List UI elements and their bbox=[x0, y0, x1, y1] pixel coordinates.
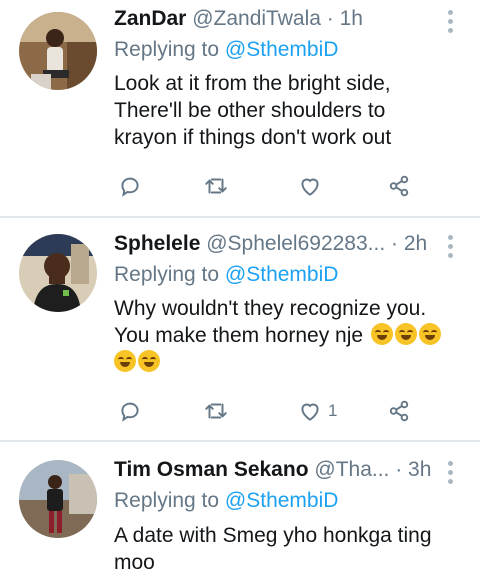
tweet-1[interactable]: ZanDar @ZandiTwala · 1h Replying to @Sth… bbox=[0, 0, 480, 216]
author-name[interactable]: Sphelele bbox=[114, 232, 200, 255]
retweet-icon bbox=[205, 403, 227, 419]
tweet-text-line: You make them horney nje bbox=[114, 324, 364, 347]
more-icon[interactable] bbox=[448, 461, 454, 488]
avatar[interactable] bbox=[19, 12, 97, 90]
author-name[interactable]: Tim Osman Sekano bbox=[114, 458, 309, 481]
tweet-text: Look at it from the bright side, There'l… bbox=[114, 70, 466, 151]
replying-to-label: Replying to bbox=[114, 489, 225, 512]
rolling-laughing-emoji-icon bbox=[418, 323, 441, 345]
tweet-header: Tim Osman Sekano @Tha... · 3h bbox=[114, 457, 440, 483]
like-button[interactable]: 1 bbox=[297, 396, 337, 426]
tweet-text-line: Look at it from the bright side, bbox=[114, 72, 391, 95]
reply-button[interactable] bbox=[117, 171, 143, 201]
rolling-laughing-emoji-icon bbox=[394, 323, 417, 345]
reply-icon bbox=[121, 402, 139, 422]
tweet-2[interactable]: Sphelele @Sphelel692283... · 2h Replying… bbox=[0, 218, 480, 440]
replying-to-label: Replying to bbox=[114, 263, 225, 286]
more-icon[interactable] bbox=[448, 235, 454, 262]
share-icon bbox=[389, 400, 409, 422]
tweet-text: A date with Smeg yho honkga ting moo bbox=[114, 522, 466, 576]
emoji-line bbox=[114, 349, 466, 376]
tweet-text-line: Why wouldn't they recognize you. bbox=[114, 297, 427, 320]
tweet-text: Why wouldn't they recognize you. You mak… bbox=[114, 295, 466, 376]
avatar[interactable] bbox=[19, 460, 97, 538]
avatar[interactable] bbox=[19, 234, 97, 312]
author-name[interactable]: ZanDar bbox=[114, 7, 186, 30]
share-button[interactable] bbox=[386, 396, 412, 426]
replying-to: Replying to @SthembiD bbox=[114, 262, 338, 288]
author-handle-time[interactable]: @ZandiTwala · 1h bbox=[192, 7, 363, 30]
replying-to-handle[interactable]: @SthembiD bbox=[225, 38, 339, 61]
rolling-laughing-emoji-icon bbox=[370, 323, 393, 345]
tweet-text-line: moo bbox=[114, 551, 155, 574]
reply-icon bbox=[121, 177, 139, 197]
tweet-actions: 1 bbox=[0, 396, 480, 426]
tweet-text-line-with-emoji: You make them horney nje bbox=[114, 322, 466, 349]
share-button[interactable] bbox=[386, 171, 412, 201]
like-icon bbox=[301, 403, 319, 421]
tweet-header: ZanDar @ZandiTwala · 1h bbox=[114, 6, 440, 32]
tweet-text-line: krayon if things don't work out bbox=[114, 126, 392, 149]
rolling-laughing-emoji-icon bbox=[138, 350, 160, 372]
tweet-header: Sphelele @Sphelel692283... · 2h bbox=[114, 231, 440, 257]
retweet-button[interactable] bbox=[202, 396, 230, 426]
like-count: 1 bbox=[328, 401, 338, 420]
tweet-3[interactable]: Tim Osman Sekano @Tha... · 3h Replying t… bbox=[0, 442, 480, 585]
replying-to-handle[interactable]: @SthembiD bbox=[225, 263, 339, 286]
retweet-button[interactable] bbox=[202, 171, 230, 201]
replying-to: Replying to @SthembiD bbox=[114, 37, 338, 63]
like-button[interactable] bbox=[297, 171, 328, 201]
author-handle-time[interactable]: @Tha... · 3h bbox=[314, 458, 431, 481]
author-handle-time[interactable]: @Sphelel692283... · 2h bbox=[206, 232, 427, 255]
rolling-laughing-emoji-icon bbox=[114, 350, 136, 372]
replying-to: Replying to @SthembiD bbox=[114, 488, 338, 514]
tweet-text-line: There'll be other shoulders to bbox=[114, 99, 386, 122]
retweet-icon bbox=[205, 178, 227, 194]
share-icon bbox=[389, 175, 409, 197]
reply-button[interactable] bbox=[117, 396, 143, 426]
tweet-actions bbox=[0, 171, 480, 201]
like-icon bbox=[301, 178, 319, 196]
more-icon[interactable] bbox=[448, 10, 454, 37]
tweet-text-line: A date with Smeg yho honkga ting bbox=[114, 524, 432, 547]
replying-to-label: Replying to bbox=[114, 38, 225, 61]
replying-to-handle[interactable]: @SthembiD bbox=[225, 489, 339, 512]
